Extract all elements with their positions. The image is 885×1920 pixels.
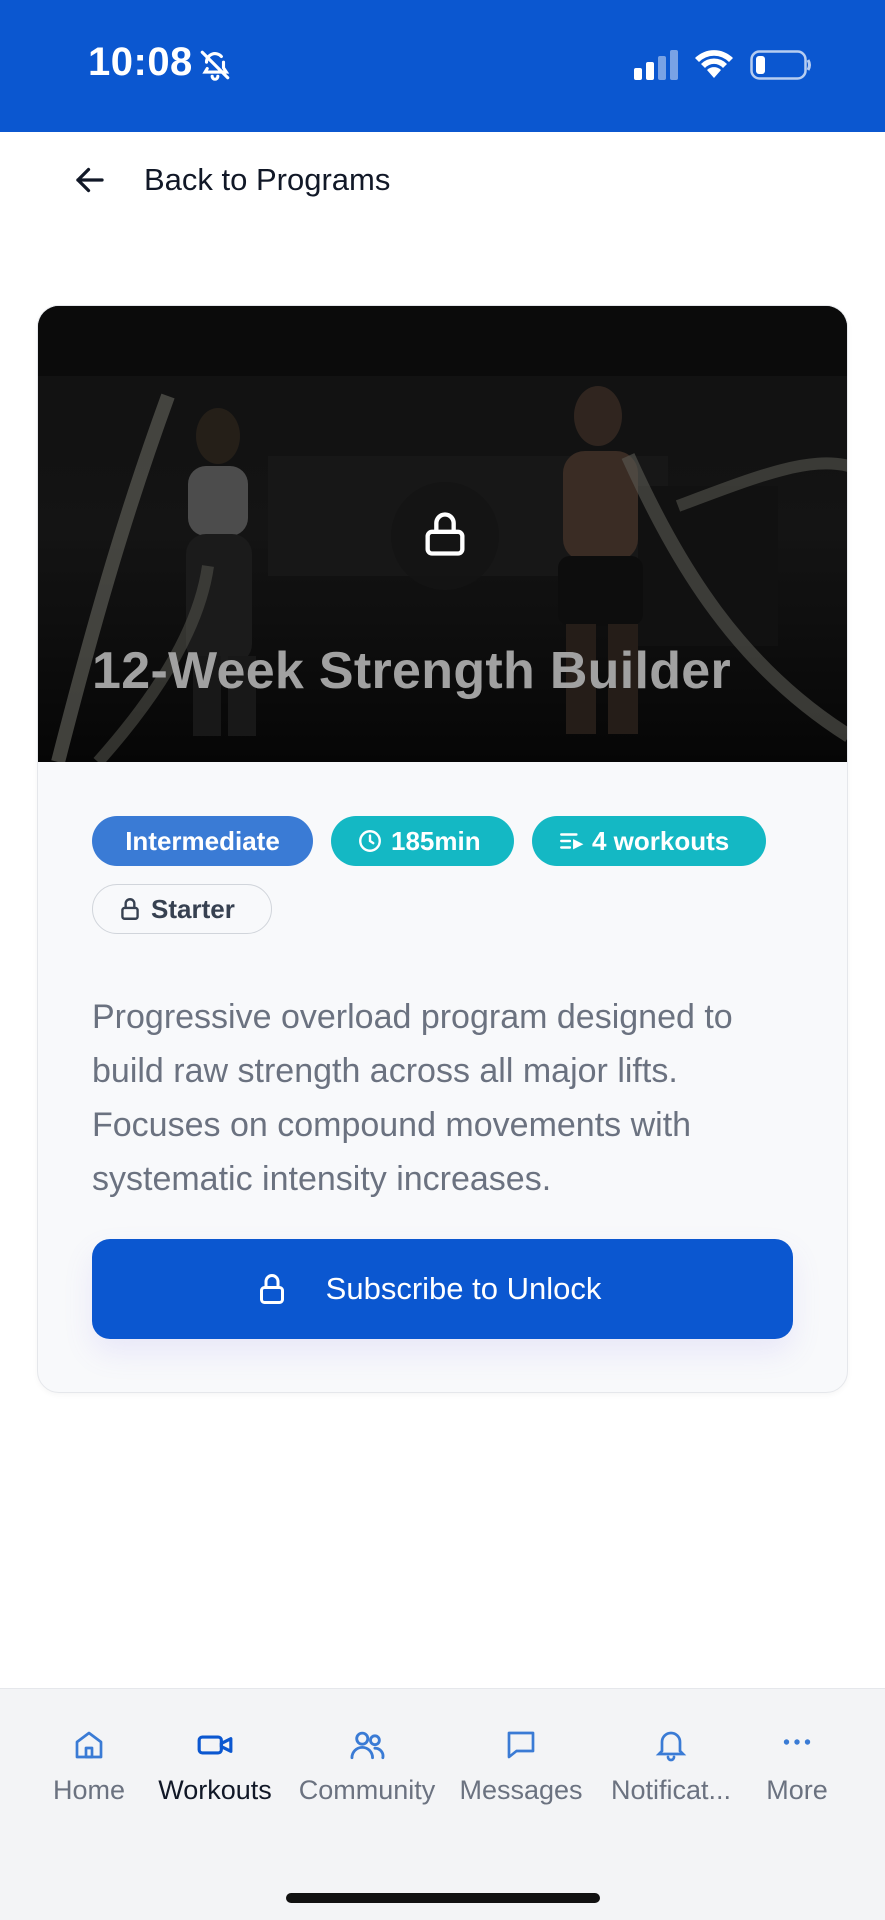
duration-badge: 185min <box>331 816 514 866</box>
tab-workouts[interactable]: Workouts <box>140 1725 290 1806</box>
battery-icon <box>750 50 811 80</box>
lock-icon <box>259 1274 284 1304</box>
workouts-badge: 4 workouts <box>532 816 766 866</box>
program-title: 12-Week Strength Builder <box>92 642 732 700</box>
back-label: Back to Programs <box>144 162 391 197</box>
bell-off-icon <box>200 50 230 81</box>
tab-messages-label: Messages <box>459 1775 583 1805</box>
tier-badge-label: Starter <box>151 893 235 924</box>
tab-community[interactable]: Community <box>292 1725 442 1806</box>
workouts-badge-label: 4 workouts <box>592 825 730 856</box>
tier-badge: Starter <box>92 884 272 934</box>
status-time: 10:08 <box>88 40 193 84</box>
cellular-signal-icon <box>634 50 678 80</box>
bell-icon <box>655 1731 687 1762</box>
program-hero-image: 12-Week Strength Builder <box>38 306 847 762</box>
program-card: 12-Week Strength Builder Intermediate 18… <box>37 305 848 1393</box>
more-icon <box>783 1739 811 1745</box>
duration-badge-label: 185min <box>391 825 481 856</box>
home-icon <box>75 1731 103 1759</box>
video-icon <box>197 1735 233 1755</box>
status-bar: 10:08 <box>0 0 885 132</box>
users-icon <box>350 1731 385 1760</box>
bottom-tab-bar: Home Workouts Community Messages Notific… <box>0 1688 885 1920</box>
lock-icon <box>425 512 465 556</box>
lock-icon <box>121 898 139 920</box>
list-play-icon <box>560 833 584 850</box>
program-description: Progressive overload program designed to… <box>92 998 733 1198</box>
clock-icon <box>359 830 381 852</box>
home-indicator <box>286 1893 600 1903</box>
arrow-left-icon <box>76 167 104 193</box>
tab-community-label: Community <box>298 1775 436 1805</box>
locked-indicator <box>391 482 499 590</box>
level-badge: Intermediate <box>92 816 313 866</box>
back-to-programs-link[interactable]: Back to Programs <box>0 132 885 232</box>
subscribe-button-label: Subscribe to Unlock <box>325 1271 602 1306</box>
tab-workouts-label: Workouts <box>158 1775 272 1805</box>
tab-messages[interactable]: Messages <box>446 1725 596 1806</box>
subscribe-to-unlock-button[interactable]: Subscribe to Unlock <box>92 1239 793 1339</box>
level-badge-label: Intermediate <box>125 825 280 856</box>
wifi-icon <box>695 50 733 78</box>
message-icon <box>507 1731 535 1759</box>
tab-more[interactable]: More <box>722 1725 872 1806</box>
tab-more-label: More <box>766 1775 828 1805</box>
